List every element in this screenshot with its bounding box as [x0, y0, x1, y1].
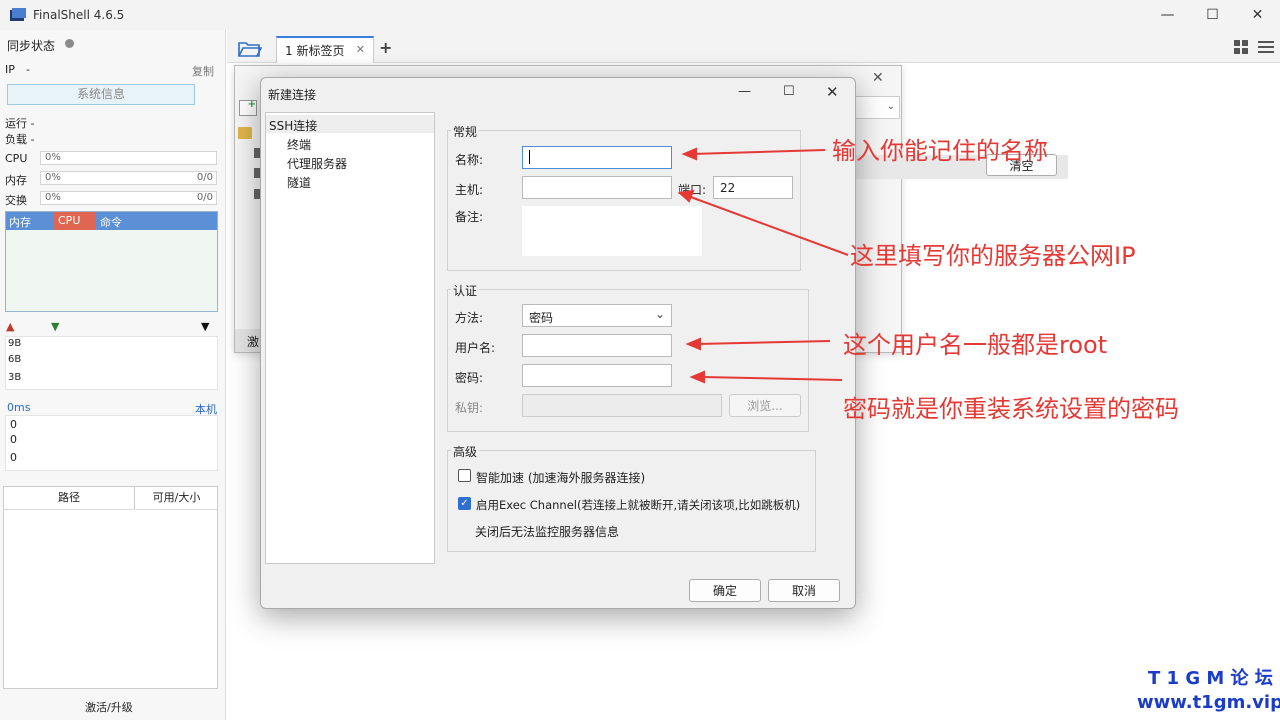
annotation-name: 输入你能记住的名称	[832, 137, 1048, 165]
annotation-username: 这个用户名一般都是root	[843, 331, 1108, 359]
annotation-password: 密码就是你重装系统设置的密码	[843, 395, 1179, 423]
annotation-arrows	[677, 147, 849, 384]
watermark-url: www.t1gm.vip	[1137, 692, 1280, 713]
watermark-title: T 1 G M 论 坛	[1148, 668, 1273, 689]
annotation-host: 这里填写你的服务器公网IP	[850, 242, 1136, 270]
